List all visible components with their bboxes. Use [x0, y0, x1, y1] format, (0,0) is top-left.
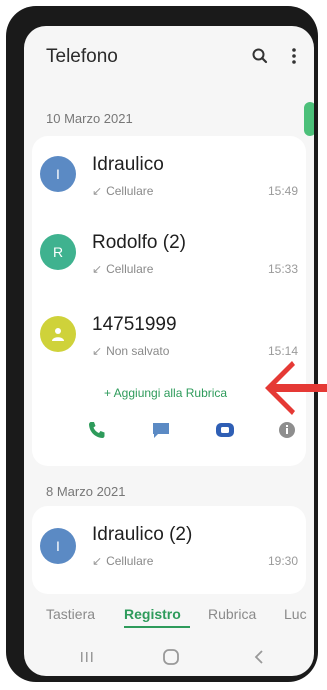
call-type: ↙ Cellulare	[92, 184, 153, 198]
contact-name: Idraulico	[92, 154, 164, 175]
call-icon[interactable]	[86, 419, 108, 441]
tab-luc[interactable]: Luc	[284, 606, 307, 622]
call-type: ↙ Cellulare	[92, 554, 153, 568]
message-icon[interactable]	[150, 419, 172, 441]
contact-name: Rodolfo (2)	[92, 232, 186, 253]
red-arrow-annotation	[265, 361, 327, 415]
avatar: R	[40, 234, 76, 270]
tab-tastiera[interactable]: Tastiera	[46, 606, 95, 622]
phone-frame: Telefono 10 Marzo 2021 I Idraulico ↙ Cell…	[6, 6, 318, 682]
call-type: ↙ Non salvato	[92, 344, 169, 358]
avatar	[40, 316, 76, 352]
call-time: 15:33	[267, 262, 298, 276]
call-log-row[interactable]: I Idraulico (2) ↙ Cellulare 19:30	[32, 506, 306, 584]
call-group-card: I Idraulico (2) ↙ Cellulare 19:30	[32, 506, 306, 594]
home-icon[interactable]	[162, 648, 180, 666]
contact-name: Idraulico (2)	[92, 524, 193, 545]
add-to-contacts-link[interactable]: + Aggiungi alla Rubrica	[104, 386, 227, 400]
app-bar: Telefono	[24, 26, 314, 96]
outgoing-call-icon: ↙	[92, 184, 103, 198]
tab-registro[interactable]: Registro	[124, 606, 181, 622]
scrollbar-thumb[interactable]	[304, 102, 314, 136]
system-nav-bar	[24, 638, 314, 676]
contact-name: 14751999	[92, 314, 177, 335]
call-time: 15:49	[267, 184, 298, 198]
app-title: Telefono	[46, 46, 118, 67]
call-type-label: Cellulare	[106, 554, 154, 568]
call-type-label: Cellulare	[106, 262, 154, 276]
call-log-row[interactable]: I Idraulico ↙ Cellulare 15:49	[32, 136, 306, 214]
call-type-label: Cellulare	[106, 184, 154, 198]
call-log-row[interactable]: R Rodolfo (2) ↙ Cellulare 15:33	[32, 214, 306, 292]
avatar: I	[40, 156, 76, 192]
date-header: 10 Marzo 2021	[46, 111, 133, 126]
video-call-icon[interactable]	[214, 419, 236, 441]
active-tab-indicator	[124, 626, 190, 628]
phone-screen: Telefono 10 Marzo 2021 I Idraulico ↙ Cell…	[24, 26, 314, 676]
more-vert-icon[interactable]	[282, 44, 306, 68]
bottom-tabs: Tastiera Registro Rubrica Luc	[24, 594, 314, 638]
back-icon[interactable]	[252, 648, 266, 666]
outgoing-call-icon: ↙	[92, 554, 103, 568]
recents-icon[interactable]	[79, 650, 95, 664]
call-type: ↙ Cellulare	[92, 262, 153, 276]
search-icon[interactable]	[248, 44, 272, 68]
call-type-label: Non salvato	[106, 344, 170, 358]
tab-rubrica[interactable]: Rubrica	[208, 606, 256, 622]
outgoing-call-icon: ↙	[92, 344, 103, 358]
call-time: 19:30	[267, 554, 298, 568]
avatar: I	[40, 528, 76, 564]
person-icon	[52, 328, 64, 341]
date-header: 8 Marzo 2021	[46, 484, 126, 499]
outgoing-call-icon: ↙	[92, 262, 103, 276]
